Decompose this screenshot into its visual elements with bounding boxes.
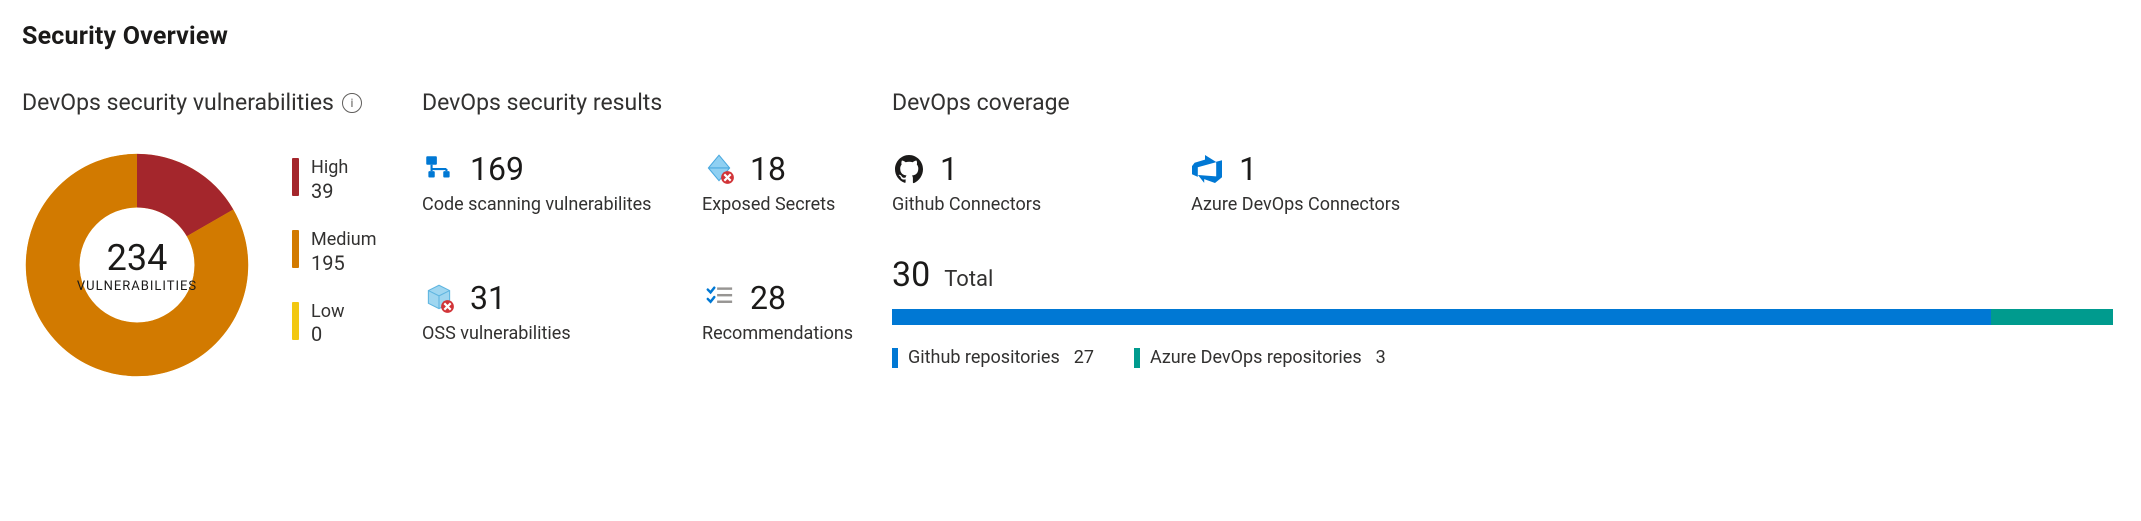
metric-oss[interactable]: 31 OSS vulnerabilities [422, 279, 702, 344]
coverage-legend-github-value: 27 [1074, 347, 1094, 368]
security-overview-page: Security Overview DevOps security vulner… [0, 0, 2141, 420]
github-icon [892, 152, 926, 186]
legend-name-high: High [311, 158, 348, 178]
coverage-total-value: 30 [892, 255, 930, 295]
coverage-bar-ado [1991, 309, 2113, 325]
legend-swatch-high [292, 158, 299, 196]
legend-item-medium[interactable]: Medium 195 [292, 230, 377, 274]
legend-value-medium: 195 [311, 252, 377, 274]
connector-github[interactable]: 1 Github Connectors [892, 150, 1041, 215]
coverage-connectors: 1 Github Connectors 1 Azure DevOps Conne… [892, 150, 2113, 215]
metric-secrets-label: Exposed Secrets [702, 194, 892, 215]
vulnerabilities-body: 234 VULNERABILITIES High 39 [22, 150, 422, 380]
coverage-legend-ado-name: Azure DevOps repositories [1150, 347, 1362, 368]
vulnerabilities-section: DevOps security vulnerabilities i 234 VU… [22, 89, 422, 380]
vulnerabilities-heading-row: DevOps security vulnerabilities i [22, 89, 422, 116]
metric-recs-label: Recommendations [702, 323, 892, 344]
connector-github-label: Github Connectors [892, 194, 1041, 215]
coverage-heading: DevOps coverage [892, 89, 2113, 116]
coverage-legend-github[interactable]: Github repositories 27 [892, 347, 1094, 368]
checklist-icon [702, 281, 736, 315]
results-heading: DevOps security results [422, 89, 892, 116]
coverage-swatch-ado [1134, 348, 1140, 368]
legend-swatch-medium [292, 230, 299, 268]
metric-secrets-value: 18 [750, 150, 786, 188]
azuredevops-icon [1191, 152, 1225, 186]
info-icon[interactable]: i [342, 93, 362, 113]
secret-icon [702, 152, 736, 186]
metric-code-scan-value: 169 [470, 150, 524, 188]
legend-item-low[interactable]: Low 0 [292, 302, 377, 346]
legend-swatch-low [292, 302, 299, 340]
vulnerabilities-heading: DevOps security vulnerabilities [22, 89, 334, 116]
coverage-legend-github-name: Github repositories [908, 347, 1060, 368]
coverage-section: DevOps coverage 1 Github Connectors [892, 89, 2113, 368]
coverage-swatch-github [892, 348, 898, 368]
legend-value-high: 39 [311, 180, 348, 202]
results-grid: 169 Code scanning vulnerabilites [422, 150, 892, 344]
vulnerabilities-legend: High 39 Medium 195 Low [292, 150, 377, 345]
connector-ado-value: 1 [1239, 150, 1257, 188]
vulnerabilities-total-label: VULNERABILITIES [77, 279, 197, 294]
metric-code-scan[interactable]: 169 Code scanning vulnerabilites [422, 150, 702, 215]
coverage-legend-ado-value: 3 [1376, 347, 1386, 368]
metric-oss-value: 31 [470, 279, 506, 317]
coverage-legend-ado[interactable]: Azure DevOps repositories 3 [1134, 347, 1386, 368]
connector-github-value: 1 [940, 150, 958, 188]
coverage-bar-github [892, 309, 1991, 325]
connector-ado[interactable]: 1 Azure DevOps Connectors [1191, 150, 1400, 215]
vulnerabilities-total-value: 234 [107, 237, 168, 279]
columns: DevOps security vulnerabilities i 234 VU… [22, 89, 2113, 380]
metric-oss-label: OSS vulnerabilities [422, 323, 702, 344]
scan-icon [422, 152, 456, 186]
coverage-legend: Github repositories 27 Azure DevOps repo… [892, 347, 2113, 368]
legend-name-medium: Medium [311, 230, 377, 250]
metric-recs-value: 28 [750, 279, 786, 317]
coverage-bar [892, 309, 2113, 325]
page-title: Security Overview [22, 22, 2113, 51]
metric-recs[interactable]: 28 Recommendations [702, 279, 892, 344]
donut-center: 234 VULNERABILITIES [22, 150, 252, 380]
metric-code-scan-label: Code scanning vulnerabilites [422, 194, 702, 215]
coverage-total-word: Total [944, 267, 993, 292]
connector-ado-label: Azure DevOps Connectors [1191, 194, 1400, 215]
legend-item-high[interactable]: High 39 [292, 158, 377, 202]
package-icon [422, 281, 456, 315]
coverage-total: 30 Total [892, 255, 2113, 295]
legend-name-low: Low [311, 302, 345, 322]
vulnerabilities-donut: 234 VULNERABILITIES [22, 150, 252, 380]
metric-secrets[interactable]: 18 Exposed Secrets [702, 150, 892, 215]
results-section: DevOps security results 169 [422, 89, 892, 344]
legend-value-low: 0 [311, 323, 345, 345]
